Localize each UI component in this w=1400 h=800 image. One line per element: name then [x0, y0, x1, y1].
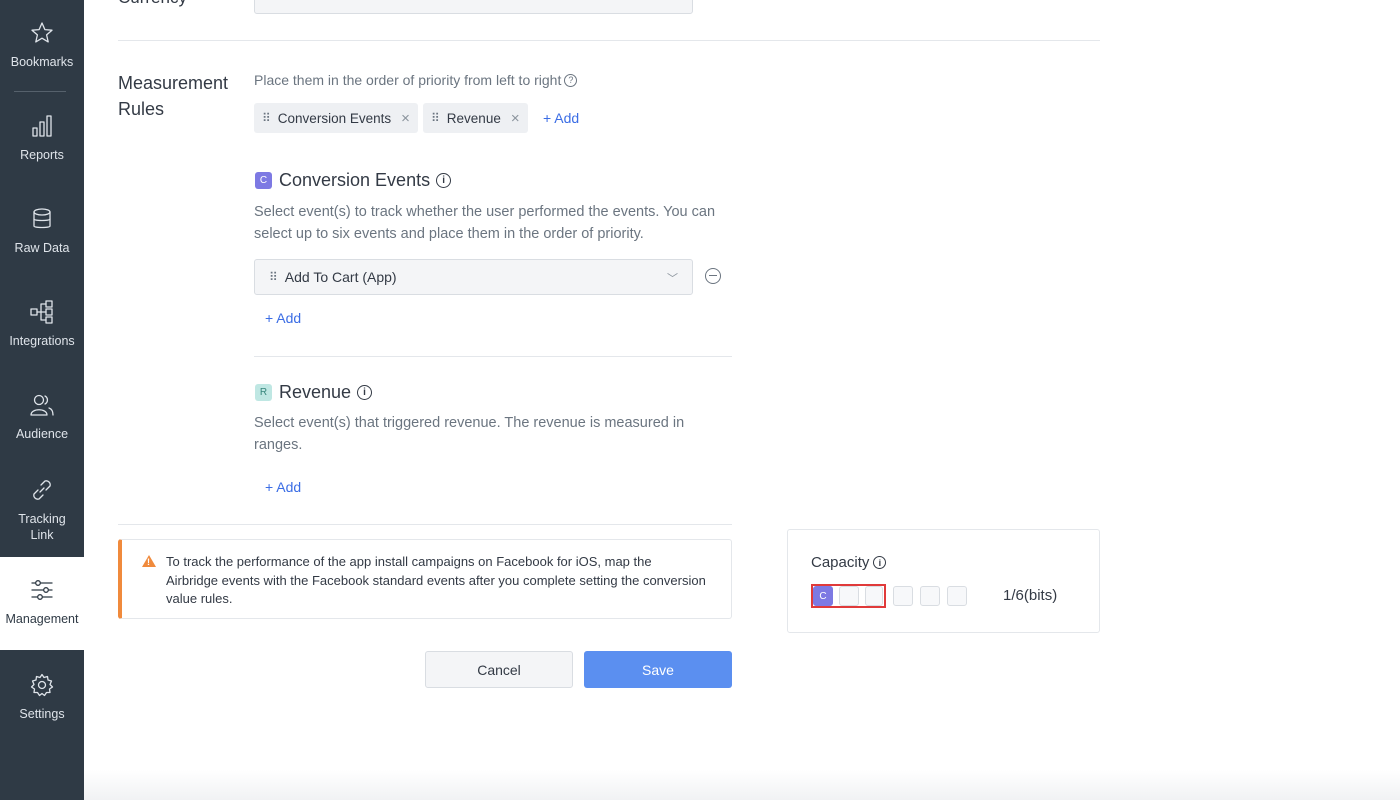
chevron-down-icon: ﹀ — [667, 273, 678, 285]
rule-chip-conversion-events[interactable]: ⠿ Conversion Events × — [254, 103, 418, 133]
add-revenue-event-link[interactable]: + Add — [265, 479, 301, 495]
capacity-count: 1/6(bits) — [1003, 587, 1058, 604]
save-button[interactable]: Save — [584, 651, 732, 688]
cancel-button[interactable]: Cancel — [425, 651, 573, 688]
facebook-warning-alert: ! To track the performance of the app in… — [118, 539, 732, 619]
remove-circle-icon[interactable] — [705, 268, 721, 284]
bottom-fade — [84, 770, 1400, 800]
sidebar-item-label: Tracking Link — [18, 512, 66, 542]
info-icon[interactable]: i — [357, 385, 373, 400]
sidebar-item-management[interactable]: Management — [0, 557, 84, 650]
capacity-bit — [893, 586, 913, 606]
conversion-events-description: Select event(s) to track whether the use… — [254, 204, 716, 242]
sidebar-item-settings[interactable]: Settings — [0, 672, 84, 722]
capacity-bit — [920, 586, 940, 606]
info-icon[interactable]: i — [873, 556, 887, 569]
bar-chart-icon — [32, 115, 52, 137]
sidebar-item-raw-data[interactable]: Raw Data — [0, 206, 84, 256]
sidebar-item-label: Audience — [15, 427, 69, 441]
chip-label: Revenue — [446, 110, 501, 126]
sidebar-item-label: Reports — [20, 148, 64, 162]
revenue-title: Revenue — [279, 382, 352, 402]
sidebar-item-label: Bookmarks — [10, 55, 74, 69]
drag-handle-icon[interactable]: ⠿ — [262, 111, 271, 125]
sliders-icon — [31, 580, 53, 600]
drag-handle-icon[interactable]: ⠿ — [431, 111, 440, 125]
info-icon[interactable]: i — [436, 173, 452, 188]
chip-label: Conversion Events — [277, 110, 392, 126]
capacity-bit — [947, 586, 967, 606]
rule-chip-revenue[interactable]: ⠿ Revenue × — [423, 103, 528, 133]
star-icon — [31, 22, 53, 43]
revenue-description: Select event(s) that triggered revenue. … — [254, 415, 685, 453]
measurement-rules-title: Measurement Rules — [118, 73, 229, 119]
sidebar-item-tracking-link[interactable]: Tracking Link — [0, 477, 84, 543]
add-conversion-event-link[interactable]: + Add — [265, 310, 301, 326]
alert-text: To track the performance of the app inst… — [166, 554, 706, 606]
currency-label: Currency — [118, 0, 187, 8]
sidebar-item-label: Raw Data — [14, 241, 70, 255]
close-icon[interactable]: × — [401, 110, 410, 127]
section-divider — [118, 40, 1100, 41]
sidebar-item-reports[interactable]: Reports — [0, 113, 84, 163]
revenue-heading: Revenue i — [279, 382, 373, 403]
sidebar: Bookmarks Reports Raw Data Integrations … — [0, 0, 84, 800]
capacity-bit — [839, 586, 859, 606]
drag-handle-icon[interactable]: ⠿ — [269, 270, 278, 284]
conversion-events-title: Conversion Events — [279, 170, 431, 190]
capacity-heading: Capacity i — [811, 554, 887, 571]
section-divider — [254, 356, 732, 357]
conversion-event-select[interactable]: ⠿ Add To Cart (App) ﹀ — [254, 259, 693, 295]
sidebar-item-label: Settings — [19, 707, 65, 721]
database-icon — [33, 208, 51, 229]
conversion-badge: C — [255, 172, 272, 189]
capacity-title: Capacity — [811, 554, 870, 571]
sidebar-item-bookmarks[interactable]: Bookmarks — [0, 20, 84, 70]
conversion-events-heading: Conversion Events i — [279, 170, 452, 191]
capacity-panel: Capacity i C 1/6(bits) — [787, 529, 1100, 633]
currency-select[interactable] — [254, 0, 693, 14]
sidebar-item-label: Integrations — [9, 334, 75, 348]
selected-event-label: Add To Cart (App) — [284, 269, 397, 285]
close-icon[interactable]: × — [511, 110, 520, 127]
warning-icon: ! — [142, 555, 156, 567]
revenue-badge: R — [255, 384, 272, 401]
add-rule-link[interactable]: + Add — [543, 110, 579, 126]
help-icon[interactable]: ? — [564, 73, 578, 87]
sidebar-item-integrations[interactable]: Integrations — [0, 299, 84, 349]
sidebar-divider — [14, 91, 66, 92]
capacity-bit-filled: C — [813, 586, 833, 606]
audience-icon — [30, 394, 54, 416]
sidebar-item-audience[interactable]: Audience — [0, 392, 84, 442]
link-icon — [33, 480, 51, 500]
measurement-hint: Place them in the order of priority from… — [254, 72, 578, 88]
section-divider — [118, 524, 732, 525]
gear-icon — [30, 673, 54, 697]
capacity-bit — [865, 586, 883, 606]
sidebar-item-label: Management — [5, 612, 79, 626]
main-content: Currency Measurement Rules Place them in… — [84, 0, 1400, 800]
measurement-hint-text: Place them in the order of priority from… — [254, 72, 562, 88]
integrations-icon — [30, 300, 53, 324]
